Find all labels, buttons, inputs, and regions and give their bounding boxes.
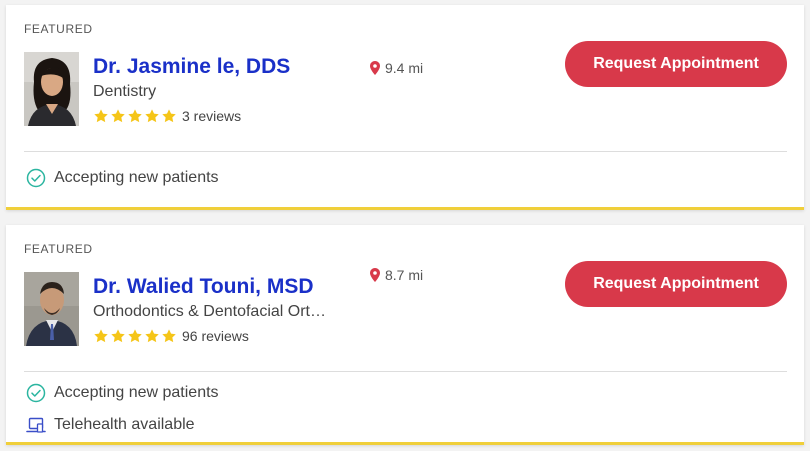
- star-icon: [162, 329, 176, 343]
- distance: 9.4 mi: [370, 60, 423, 76]
- distance-value: 8.7 mi: [385, 267, 424, 283]
- provider-specialty: Orthodontics & Dentofacial Ort…: [93, 303, 326, 320]
- request-appointment-button[interactable]: Request Appointment: [565, 261, 787, 307]
- request-appointment-button[interactable]: Request Appointment: [565, 41, 787, 87]
- star-icon: [111, 109, 125, 123]
- featured-label: FEATURED: [24, 242, 93, 256]
- provider-specialty: Dentistry: [93, 83, 157, 100]
- star-icon: [162, 109, 176, 123]
- star-icon: [145, 329, 159, 343]
- map-pin-icon: [370, 268, 380, 282]
- star-icon: [94, 109, 108, 123]
- provider-card: FEATURED Dr. Jasmine le, DDS Dentistry 3…: [6, 5, 804, 210]
- laptop-icon: [26, 417, 46, 433]
- star-icon: [145, 109, 159, 123]
- rating-row: 96 reviews: [93, 328, 249, 344]
- map-pin-icon: [370, 61, 380, 75]
- provider-photo[interactable]: [24, 272, 79, 346]
- feature-label: Telehealth available: [54, 416, 195, 433]
- provider-name-link[interactable]: Dr. Jasmine le, DDS: [93, 55, 290, 79]
- feature-label: Accepting new patients: [54, 169, 219, 186]
- distance-value: 9.4 mi: [385, 60, 424, 76]
- provider-photo[interactable]: [24, 52, 79, 126]
- star-rating: [93, 108, 177, 124]
- star-icon: [128, 109, 142, 123]
- star-icon: [128, 329, 142, 343]
- reviews-link[interactable]: 96 reviews: [182, 328, 249, 344]
- star-icon: [111, 329, 125, 343]
- reviews-link[interactable]: 3 reviews: [182, 108, 241, 124]
- provider-card: FEATURED Dr. Walied Touni, MSD Orthodont…: [6, 225, 804, 445]
- check-circle-icon: [26, 168, 46, 188]
- featured-label: FEATURED: [24, 22, 93, 36]
- check-circle-icon: [26, 383, 46, 403]
- telehealth-available: Telehealth available: [26, 415, 195, 435]
- provider-photo-image: [24, 272, 79, 346]
- feature-label: Accepting new patients: [54, 384, 219, 401]
- distance: 8.7 mi: [370, 267, 423, 283]
- provider-name-link[interactable]: Dr. Walied Touni, MSD: [93, 275, 314, 299]
- star-icon: [94, 329, 108, 343]
- accepting-new-patients: Accepting new patients: [26, 168, 219, 188]
- divider: [24, 371, 787, 372]
- rating-row: 3 reviews: [93, 108, 241, 124]
- accepting-new-patients: Accepting new patients: [26, 383, 219, 403]
- divider: [24, 151, 787, 152]
- star-rating: [93, 328, 177, 344]
- provider-photo-image: [24, 52, 79, 126]
